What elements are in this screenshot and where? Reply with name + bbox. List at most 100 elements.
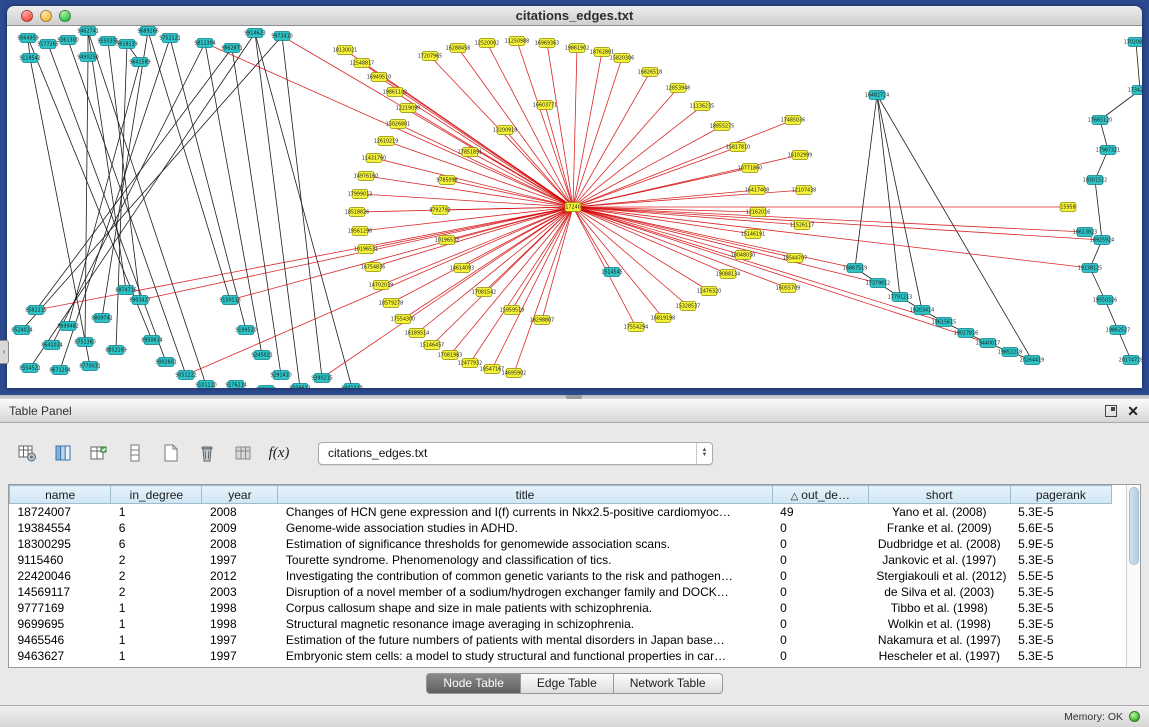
- network-node[interactable]: 15959519: [500, 306, 524, 315]
- network-node[interactable]: 8671204: [49, 366, 70, 375]
- table-cell[interactable]: Changes of HCN gene expression and I(f) …: [278, 504, 772, 520]
- network-node[interactable]: 19088134: [716, 270, 740, 279]
- network-node[interactable]: 14614093: [450, 264, 474, 273]
- network-node[interactable]: 9199520: [235, 326, 256, 335]
- network-node[interactable]: 12477932: [458, 359, 482, 368]
- table-cell[interactable]: Disruption of a novel member of a sodium…: [278, 584, 772, 600]
- window-titlebar[interactable]: citations_edges.txt: [7, 6, 1142, 26]
- network-node[interactable]: 17020818: [1124, 38, 1142, 47]
- network-node[interactable]: 12610219: [374, 137, 398, 146]
- table-scrollbar[interactable]: [1126, 485, 1140, 667]
- network-node[interactable]: 9118542: [19, 54, 40, 63]
- network-node[interactable]: 9002801: [155, 358, 176, 367]
- network-node[interactable]: 18298807: [530, 316, 554, 325]
- table-cell[interactable]: 0: [772, 616, 868, 632]
- network-node[interactable]: 9812304: [194, 39, 215, 48]
- table-cell[interactable]: 1: [111, 600, 202, 616]
- close-panel-icon[interactable]: ✕: [1127, 405, 1139, 417]
- network-node[interactable]: 20174728: [1119, 356, 1142, 365]
- network-node[interactable]: 9462741: [77, 27, 98, 36]
- table-cell[interactable]: 0: [772, 536, 868, 552]
- table-cell[interactable]: 9699695: [10, 616, 111, 632]
- table-row[interactable]: 1938455462009Genome-wide association stu…: [10, 520, 1112, 536]
- network-node[interactable]: 18547167: [480, 365, 504, 374]
- network-node[interactable]: 18579278: [379, 299, 403, 308]
- network-canvas[interactable]: 9064959917726593613009462741955035696181…: [7, 26, 1142, 388]
- column-header[interactable]: pagerank: [1010, 486, 1111, 504]
- table-cell[interactable]: Yano et al. (2008): [868, 504, 1010, 520]
- table-cell[interactable]: Tibbo et al. (1998): [868, 600, 1010, 616]
- table-cell[interactable]: 5.3E-5: [1010, 600, 1111, 616]
- show-columns-icon[interactable]: [48, 439, 78, 467]
- network-node[interactable]: 18615615: [932, 318, 956, 327]
- table-cell[interactable]: 18724007: [10, 504, 111, 520]
- table-cell[interactable]: 2012: [202, 568, 278, 584]
- network-node[interactable]: 9150118: [219, 296, 240, 305]
- network-node[interactable]: 9262019: [255, 386, 276, 389]
- network-node[interactable]: 16189514: [405, 329, 429, 338]
- network-node[interactable]: 9441320: [341, 384, 362, 389]
- network-node[interactable]: 9792792: [429, 206, 450, 215]
- tab-network-table[interactable]: Network Table: [614, 673, 723, 694]
- network-node[interactable]: 8751360: [74, 338, 95, 347]
- table-row[interactable]: 1872400712008Changes of HCN gene express…: [10, 504, 1112, 520]
- table-row[interactable]: 977716911998Corpus callosum shape and si…: [10, 600, 1112, 616]
- network-node[interactable]: 17207965: [418, 52, 442, 61]
- network-node[interactable]: 17081542: [472, 288, 496, 297]
- table-cell[interactable]: 5.3E-5: [1010, 648, 1111, 664]
- network-node[interactable]: 8699482: [57, 322, 78, 331]
- network-node[interactable]: 16417408: [745, 186, 769, 195]
- table-cell[interactable]: 1: [111, 648, 202, 664]
- network-node[interactable]: 17665120: [1088, 116, 1112, 125]
- table-cell[interactable]: 2009: [202, 520, 278, 536]
- new-file-icon[interactable]: [156, 439, 186, 467]
- table-cell[interactable]: Investigating the contribution of common…: [278, 568, 772, 584]
- table-cell[interactable]: 2: [111, 568, 202, 584]
- table-cell[interactable]: 2: [111, 584, 202, 600]
- network-node[interactable]: 17987321: [1096, 146, 1120, 155]
- network-node[interactable]: 19561296: [348, 227, 372, 236]
- network-node[interactable]: 12162016: [746, 208, 770, 217]
- network-node[interactable]: 14976160: [354, 172, 378, 181]
- network-node[interactable]: 8641024: [41, 341, 62, 350]
- network-node[interactable]: 9064959: [17, 34, 38, 43]
- tab-edge-table[interactable]: Edge Table: [521, 673, 614, 694]
- network-node[interactable]: 12520002: [475, 39, 499, 48]
- table-cell[interactable]: 1997: [202, 632, 278, 648]
- table-cell[interactable]: Estimation of the future numbers of pati…: [278, 632, 772, 648]
- network-node[interactable]: 17851851: [458, 148, 482, 157]
- network-node[interactable]: 1514545: [601, 268, 622, 277]
- panel-collapse-handle[interactable]: ‹: [0, 340, 9, 364]
- network-node[interactable]: 19861102: [383, 88, 407, 97]
- network-node[interactable]: 9641589: [129, 58, 150, 67]
- table-cell[interactable]: 2003: [202, 584, 278, 600]
- table-row[interactable]: 946554611997Estimation of the future num…: [10, 632, 1112, 648]
- network-node[interactable]: 9101110: [195, 381, 216, 389]
- rows-icon[interactable]: [120, 439, 150, 467]
- network-node[interactable]: 12548817: [350, 59, 374, 68]
- table-cell[interactable]: 9465546: [10, 632, 111, 648]
- network-node[interactable]: 9291410: [270, 371, 291, 380]
- table-cell[interactable]: 22420046: [10, 568, 111, 584]
- column-header[interactable]: name: [10, 486, 111, 504]
- column-header[interactable]: year: [202, 486, 278, 504]
- network-node[interactable]: 15958: [1060, 203, 1076, 212]
- table-cell[interactable]: 5.3E-5: [1010, 616, 1111, 632]
- network-node[interactable]: 10196532: [435, 236, 459, 245]
- network-node[interactable]: 19550326: [1093, 296, 1117, 305]
- network-node[interactable]: 8770031: [79, 362, 100, 371]
- network-node[interactable]: 18301522: [1083, 176, 1107, 185]
- network-node[interactable]: 9176214: [225, 381, 246, 389]
- network-node[interactable]: 8852169: [105, 346, 126, 355]
- table-cell[interactable]: 0: [772, 568, 868, 584]
- table-mode-icon[interactable]: [12, 439, 42, 467]
- network-node[interactable]: 9689266: [137, 27, 158, 36]
- network-node[interactable]: 13200918: [493, 126, 517, 135]
- network-node[interactable]: 16949510: [367, 73, 391, 82]
- network-node[interactable]: 12476320: [697, 287, 721, 296]
- table-cell[interactable]: Genome-wide association studies in ADHD.: [278, 520, 772, 536]
- network-node[interactable]: 9914623: [244, 29, 265, 38]
- close-button[interactable]: [21, 10, 33, 22]
- table-cell[interactable]: 1: [111, 616, 202, 632]
- delete-column-icon[interactable]: [192, 439, 222, 467]
